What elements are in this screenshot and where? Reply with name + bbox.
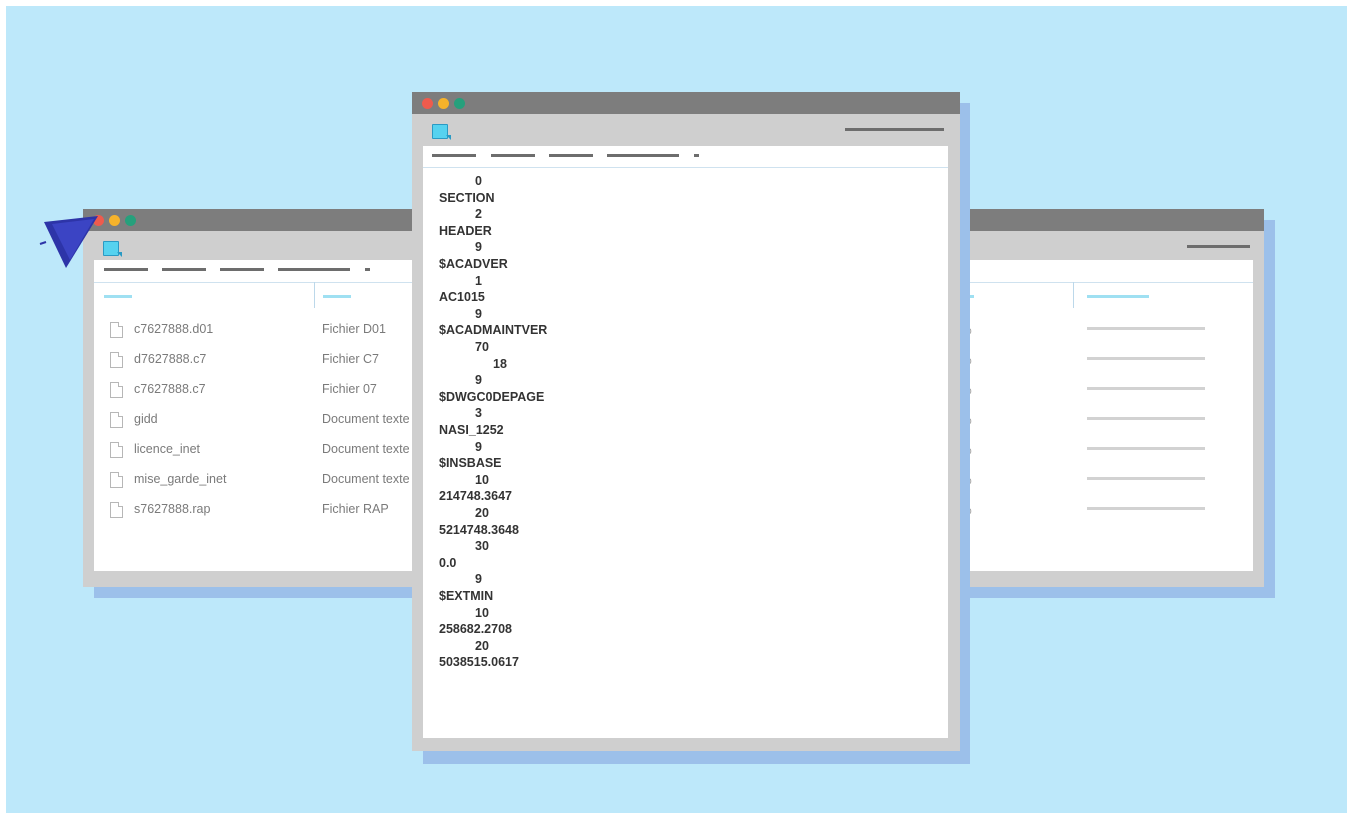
code-line: SECTION (439, 190, 495, 205)
maximize-button[interactable] (125, 215, 136, 226)
file-name: s7627888.rap (134, 502, 211, 516)
code-line: 5214748.3648 (439, 522, 519, 537)
menu-item-placeholder[interactable] (220, 268, 264, 271)
menu-item-placeholder[interactable] (278, 268, 350, 271)
code-line: $EXTMIN (439, 589, 494, 603)
code-line: 18 (493, 356, 507, 371)
menu-divider (423, 167, 948, 168)
code-line: 10 (475, 472, 489, 487)
toolbar-placeholder-line (845, 128, 944, 131)
menu-item-placeholder[interactable] (162, 268, 206, 271)
date-placeholder-line (1087, 327, 1205, 330)
cursor-arrow-icon (39, 216, 98, 268)
file-type: Document texte (322, 442, 410, 456)
file-type: Fichier C7 (322, 352, 379, 366)
code-line: 9 (475, 373, 482, 388)
code-line: 1 (475, 273, 482, 288)
menu-item-placeholder[interactable] (365, 268, 370, 271)
document-icon (432, 124, 451, 140)
toolbar-placeholder-line (1187, 245, 1250, 248)
date-placeholder-line (1087, 417, 1205, 420)
column-header-type[interactable] (323, 295, 351, 298)
minimize-button[interactable] (109, 215, 120, 226)
close-button[interactable] (422, 98, 433, 109)
column-divider (1073, 282, 1074, 308)
file-name: licence_inet (134, 442, 201, 456)
date-placeholder-line (1087, 477, 1205, 480)
column-header-date[interactable] (1087, 295, 1149, 298)
code-line: 3 (475, 406, 482, 421)
dxf-text-content[interactable]: 0 SECTION 2 HEADER 9 $ACADVER 1 AC1015 9 $ACADMAI… (439, 174, 939, 694)
file-icon (110, 472, 123, 488)
code-line: 20 (475, 506, 489, 520)
date-placeholder-line (1087, 447, 1205, 450)
code-line: 20 (475, 638, 489, 653)
file-name: c7627888.c7 (134, 382, 206, 396)
file-type: Document texte (322, 412, 410, 426)
code-line: 214748.3647 (439, 489, 512, 504)
file-name: mise_garde_inet (134, 472, 227, 486)
date-placeholder-line (1087, 507, 1205, 510)
date-placeholder-line (1087, 357, 1205, 360)
code-line: 30 (475, 539, 489, 554)
code-line: 9 (475, 439, 482, 454)
file-icon (110, 322, 123, 338)
code-line: $INSBASE (439, 456, 502, 471)
code-line: 9 (475, 572, 482, 587)
menu-item-placeholder[interactable] (104, 268, 148, 271)
menu-item-placeholder[interactable] (549, 154, 593, 157)
code-line: 258682.2708 (439, 622, 512, 637)
minimize-button[interactable] (438, 98, 449, 109)
menu-item-placeholder[interactable] (491, 154, 535, 157)
menu-item-placeholder[interactable] (694, 154, 699, 157)
code-line: 5038515.0617 (439, 655, 519, 670)
column-divider (314, 282, 315, 308)
code-line: $ACADMAINTVER (439, 323, 548, 338)
code-line: AC1015 (439, 290, 485, 305)
code-line: 10 (475, 605, 489, 620)
file-icon (110, 502, 123, 518)
illustration-canvas: c7627888.d01 Fichier D01 % d7627888.c7 F… (6, 6, 1347, 813)
file-type: Fichier 07 (322, 382, 377, 396)
file-type: Document texte (322, 472, 410, 486)
code-line: 70 (475, 340, 489, 354)
file-name: gidd (134, 412, 158, 426)
code-line: 0.0 (439, 555, 457, 570)
code-line: HEADER (439, 223, 492, 238)
file-icon (110, 412, 123, 428)
file-type: Fichier D01 (322, 322, 386, 336)
editor-panel: 0 SECTION 2 HEADER 9 $ACADVER 1 AC1015 9 $ACADMAI… (423, 146, 948, 738)
column-header-name[interactable] (104, 295, 132, 298)
code-line: 9 (475, 306, 482, 321)
date-placeholder-line (1087, 387, 1205, 390)
file-icon (110, 352, 123, 368)
file-name: c7627888.d01 (134, 322, 214, 336)
code-line: 9 (475, 240, 482, 255)
text-editor-titlebar (412, 92, 960, 114)
document-icon (103, 241, 122, 257)
text-editor-window: 0 SECTION 2 HEADER 9 $ACADVER 1 AC1015 9 $ACADMAI… (412, 92, 960, 751)
maximize-button[interactable] (454, 98, 465, 109)
file-icon (110, 382, 123, 398)
file-type: Fichier RAP (322, 502, 389, 516)
file-icon (110, 442, 123, 458)
file-name: d7627888.c7 (134, 352, 207, 366)
code-line: NASI_1252 (439, 423, 504, 437)
code-line: $DWGC0DEPAGE (439, 389, 545, 404)
menu-item-placeholder[interactable] (432, 154, 476, 157)
code-line: $ACADVER (439, 257, 508, 271)
code-line: 2 (475, 207, 482, 222)
menu-item-placeholder[interactable] (607, 154, 679, 157)
code-line: 0 (475, 174, 482, 188)
